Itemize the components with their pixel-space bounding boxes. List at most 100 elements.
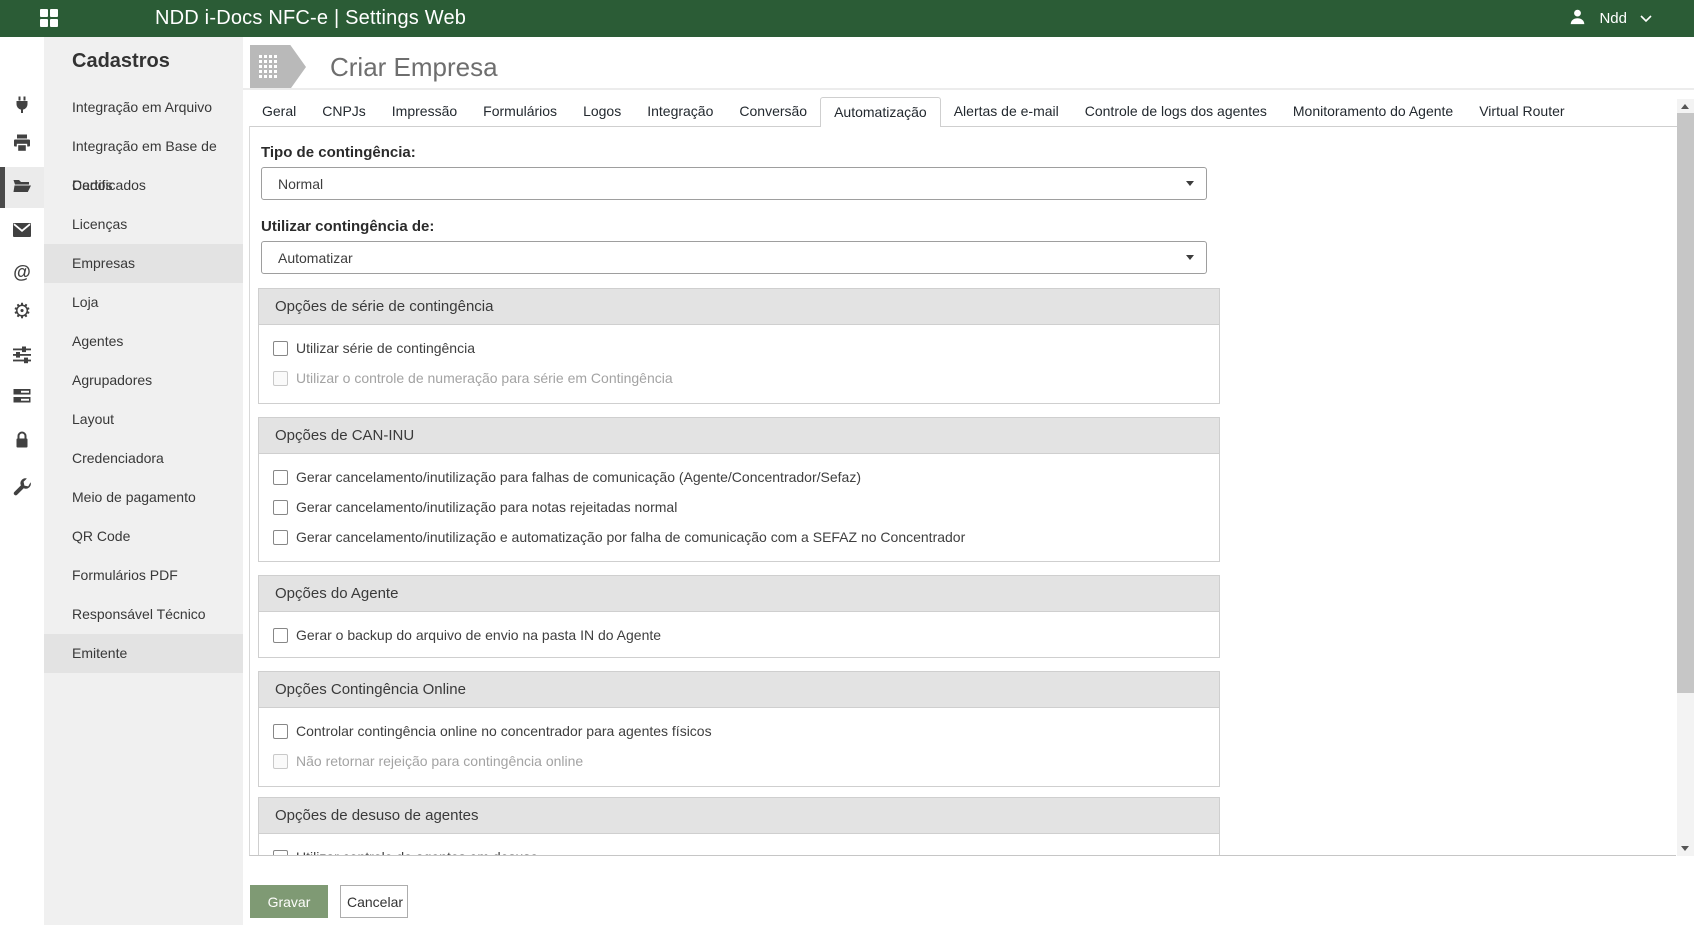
checkbox-caninu-falhas-comunicacao[interactable] (273, 470, 288, 485)
printer-icon[interactable] (12, 133, 32, 153)
select-value: Automatizar (278, 250, 353, 266)
scrollbar-thumb[interactable] (1677, 113, 1694, 693)
sidebar-item-meio-pagamento[interactable]: Meio de pagamento (44, 478, 243, 517)
plug-icon[interactable] (12, 95, 32, 115)
tab-alertas-email[interactable]: Alertas de e-mail (941, 97, 1072, 126)
tab-controle-logs[interactable]: Controle de logs dos agentes (1072, 97, 1280, 126)
vertical-scrollbar[interactable] (1677, 99, 1694, 856)
checkbox-controlar-contingencia-online[interactable] (273, 724, 288, 739)
sidebar-item-certificados[interactable]: Certificados (44, 166, 243, 205)
sidebar-item-integracao-base-dados[interactable]: Integração em Base de Dados (44, 127, 243, 166)
tab-virtual-router[interactable]: Virtual Router (1466, 97, 1577, 126)
checkbox-backup-pasta-in[interactable] (273, 628, 288, 643)
lock-icon[interactable] (12, 430, 32, 450)
sliders-icon[interactable] (12, 345, 32, 365)
sidebar-item-licencas[interactable]: Licenças (44, 205, 243, 244)
select-caret-icon (1186, 255, 1194, 260)
section-can-inu: Opções de CAN-INU Gerar cancelamento/inu… (258, 417, 1220, 562)
section-desuso-agentes: Opções de desuso de agentes Utilizar con… (258, 797, 1220, 856)
sidebar-item-responsavel-tecnico[interactable]: Responsável Técnico (44, 595, 243, 634)
checkbox-row: Gerar cancelamento/inutilização para fal… (259, 462, 1219, 492)
icon-rail: @ ⚙ F (0, 37, 44, 925)
tab-integracao[interactable]: Integração (634, 97, 726, 126)
tab-geral[interactable]: Geral (249, 97, 309, 126)
select-utilizar-contingencia[interactable]: Automatizar (261, 241, 1207, 274)
tab-impressao[interactable]: Impressão (379, 97, 470, 126)
sidebar-item-agentes[interactable]: Agentes (44, 322, 243, 361)
app-window: NDD i-Docs NFC-e | Settings Web Ndd @ ⚙ (0, 0, 1694, 925)
building-icon (250, 45, 306, 89)
checkbox-controle-numeracao (273, 371, 288, 386)
tab-formularios[interactable]: Formulários (470, 97, 570, 126)
section-header: Opções de série de contingência (259, 289, 1219, 325)
tab-automatizacao[interactable]: Automatização (820, 97, 941, 127)
checkbox-row: Gerar cancelamento/inutilização para not… (259, 492, 1219, 522)
app-title: NDD i-Docs NFC-e | Settings Web (155, 0, 466, 37)
checkbox-row: Utilizar controle de agentes em desuso (259, 842, 1219, 856)
envelope-icon[interactable] (12, 220, 32, 240)
checkbox-row: Gerar cancelamento/inutilização e automa… (259, 522, 1219, 552)
section-header: Opções de CAN-INU (259, 418, 1219, 454)
checkbox-nao-retornar-rejeicao (273, 754, 288, 769)
sidebar-item-agrupadores[interactable]: Agrupadores (44, 361, 243, 400)
page-title: Criar Empresa (330, 52, 498, 83)
checkbox-controle-agentes-desuso[interactable] (273, 850, 288, 857)
checkbox-row: Controlar contingência online no concent… (259, 716, 1219, 746)
user-menu[interactable]: Ndd (1569, 0, 1652, 37)
tab-logos[interactable]: Logos (570, 97, 634, 126)
sidebar-item-empresas[interactable]: Empresas (44, 244, 243, 283)
page-header: Criar Empresa (250, 45, 498, 89)
checkbox-label: Não retornar rejeição para contingência … (296, 753, 583, 769)
checkbox-label: Utilizar o controle de numeração para sé… (296, 370, 673, 386)
select-value: Normal (278, 176, 323, 192)
sidebar-item-emitente[interactable]: Emitente (44, 634, 243, 673)
tab-conversao[interactable]: Conversão (726, 97, 820, 126)
main-content: Criar Empresa Geral CNPJs Impressão Form… (243, 37, 1694, 925)
checkbox-utilizar-serie[interactable] (273, 341, 288, 356)
section-header: Opções Contingência Online (259, 672, 1219, 708)
at-sign-icon[interactable]: @ (12, 262, 32, 282)
checkbox-label: Utilizar série de contingência (296, 340, 475, 356)
tab-monitoramento-agente[interactable]: Monitoramento do Agente (1280, 97, 1466, 126)
section-contingencia-online: Opções Contingência Online Controlar con… (258, 671, 1220, 787)
checkbox-label: Utilizar controle de agentes em desuso (296, 849, 538, 856)
section-header: Opções do Agente (259, 576, 1219, 612)
select-tipo-contingencia[interactable]: Normal (261, 167, 1207, 200)
cancel-button[interactable]: Cancelar (340, 885, 408, 918)
checkbox-label: Controlar contingência online no concent… (296, 723, 712, 739)
person-icon (1569, 8, 1586, 30)
apps-grid-icon[interactable] (40, 9, 59, 28)
tab-cnpjs[interactable]: CNPJs (309, 97, 379, 126)
sidebar-item-layout[interactable]: Layout (44, 400, 243, 439)
scrollbar-up-arrow[interactable] (1681, 104, 1689, 109)
server-icon[interactable] (12, 386, 32, 406)
user-name: Ndd (1599, 10, 1627, 27)
header-divider (243, 88, 1694, 90)
sidebar-menu: Integração em Arquivo Integração em Base… (44, 88, 243, 673)
sidebar-item-loja[interactable]: Loja (44, 283, 243, 322)
sidebar-item-formularios-pdf[interactable]: Formulários PDF (44, 556, 243, 595)
sidebar-item-credenciadora[interactable]: Credenciadora (44, 439, 243, 478)
gear-icon[interactable]: ⚙ (12, 302, 32, 322)
sidebar: Cadastros Integração em Arquivo Integraç… (44, 37, 243, 925)
sidebar-item-qr-code[interactable]: QR Code (44, 517, 243, 556)
sidebar-title: Cadastros (72, 50, 170, 73)
save-button[interactable]: Gravar (250, 885, 328, 918)
checkbox-caninu-notas-rejeitadas[interactable] (273, 500, 288, 515)
section-agente: Opções do Agente Gerar o backup do arqui… (258, 575, 1220, 658)
checkbox-row: Gerar o backup do arquivo de envio na pa… (259, 620, 1219, 650)
checkbox-row: Não retornar rejeição para contingência … (259, 746, 1219, 776)
checkbox-row: Utilizar o controle de numeração para sé… (259, 363, 1219, 393)
section-serie-contingencia: Opções de série de contingência Utilizar… (258, 288, 1220, 404)
sidebar-item-integracao-arquivo[interactable]: Integração em Arquivo (44, 88, 243, 127)
chevron-down-icon (1640, 10, 1652, 28)
checkbox-label: Gerar cancelamento/inutilização para fal… (296, 469, 861, 485)
checkbox-label: Gerar cancelamento/inutilização e automa… (296, 529, 965, 545)
checkbox-label: Gerar cancelamento/inutilização para not… (296, 499, 677, 515)
wrench-icon[interactable] (12, 478, 32, 498)
folder-open-icon[interactable] (12, 176, 32, 196)
scrollbar-down-arrow[interactable] (1681, 846, 1689, 851)
section-header: Opções de desuso de agentes (259, 798, 1219, 834)
topbar: NDD i-Docs NFC-e | Settings Web Ndd (0, 0, 1694, 37)
checkbox-caninu-automatizacao-sefaz[interactable] (273, 530, 288, 545)
